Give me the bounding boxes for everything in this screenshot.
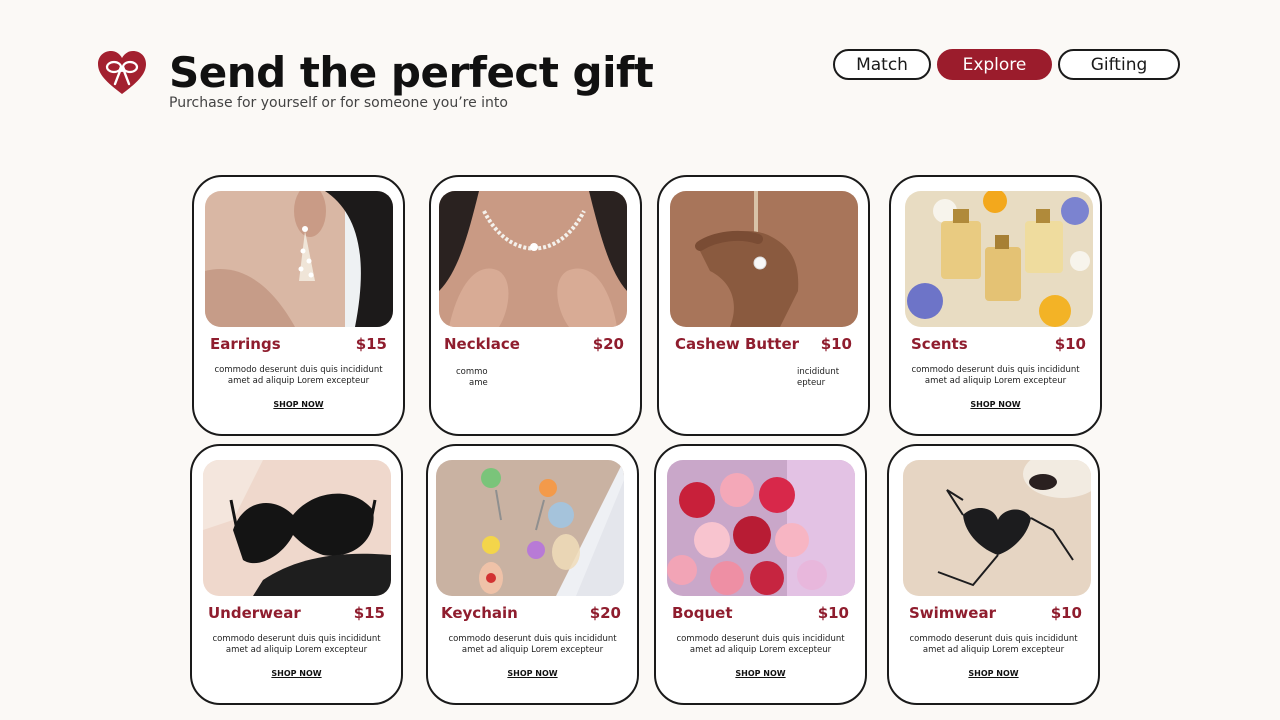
product-price: $10 <box>820 335 852 353</box>
description-line: commodo deserunt duis quis incididunt <box>448 634 617 644</box>
product-price: $15 <box>355 335 387 353</box>
product-name: Necklace <box>444 335 520 353</box>
description-fragment: epteur <box>797 378 826 388</box>
earring-photo <box>205 191 393 327</box>
product-card-cashew-butter[interactable]: Cashew Butter $10 incididunt epteur <box>657 175 870 436</box>
nav-tabs: Match Explore Gifting <box>833 49 1180 80</box>
product-card-underwear[interactable]: Underwear $15 commodo deserunt duis quis… <box>190 444 403 705</box>
description-fragment: incididunt <box>797 367 840 377</box>
product-name: Cashew Butter <box>675 335 800 353</box>
product-price: $15 <box>353 604 385 622</box>
shop-now-link[interactable]: SHOP NOW <box>891 400 1100 409</box>
product-price: $20 <box>589 604 621 622</box>
description-line: amet ad aliquip Lorem excepteur <box>922 645 1065 655</box>
product-price: $10 <box>817 604 849 622</box>
shop-now-link[interactable]: SHOP NOW <box>192 669 401 678</box>
heart-bow-icon <box>96 50 148 96</box>
product-description: commodo deserunt duis quis incididunt am… <box>903 634 1084 656</box>
shop-now-link[interactable]: SHOP NOW <box>889 669 1098 678</box>
necklace-photo <box>439 191 627 327</box>
product-description: commodo deserunt duis quis incididunt am… <box>208 365 389 387</box>
product-name: Scents <box>911 335 968 353</box>
description-line: commodo deserunt duis quis incididunt <box>676 634 845 644</box>
ring-hand-photo <box>670 191 858 327</box>
product-price: $10 <box>1050 604 1082 622</box>
shop-now-link[interactable]: SHOP NOW <box>194 400 403 409</box>
product-card-boquet[interactable]: Boquet $10 commodo deserunt duis quis in… <box>654 444 867 705</box>
description-line: amet ad aliquip Lorem excepteur <box>227 376 370 386</box>
product-description: commodo deserunt duis quis incididunt am… <box>905 365 1086 387</box>
description-line: amet ad aliquip Lorem excepteur <box>924 376 1067 386</box>
description-line: commodo deserunt duis quis incididunt <box>909 634 1078 644</box>
product-name: Earrings <box>210 335 281 353</box>
description-line: commodo deserunt duis quis incididunt <box>214 365 383 375</box>
description-line: amet ad aliquip Lorem excepteur <box>689 645 832 655</box>
product-description: commodo deserunt duis quis incididunt am… <box>670 634 851 656</box>
product-description: commodo deserunt duis quis incididunt am… <box>206 634 387 656</box>
swimwear-photo <box>903 460 1091 596</box>
description-line: amet ad aliquip Lorem excepteur <box>461 645 604 655</box>
product-price: $10 <box>1054 335 1086 353</box>
product-name: Boquet <box>672 604 733 622</box>
product-card-keychain[interactable]: Keychain $20 commodo deserunt duis quis … <box>426 444 639 705</box>
description-fragment: ame <box>469 378 488 388</box>
product-name: Underwear <box>208 604 301 622</box>
page-title: Send the perfect gift <box>169 48 654 97</box>
product-description: commodo deserunt duis quis incididunt am… <box>442 634 623 656</box>
shop-now-link[interactable]: SHOP NOW <box>656 669 865 678</box>
product-card-earrings[interactable]: Earrings $15 commodo deserunt duis quis … <box>192 175 405 436</box>
keychain-photo <box>436 460 624 596</box>
description-line: amet ad aliquip Lorem excepteur <box>225 645 368 655</box>
tab-gifting[interactable]: Gifting <box>1058 49 1180 80</box>
tab-match[interactable]: Match <box>833 49 931 80</box>
product-price: $20 <box>592 335 624 353</box>
description-fragment: commo <box>456 367 488 377</box>
tab-explore[interactable]: Explore <box>937 49 1052 80</box>
shop-now-link[interactable]: SHOP NOW <box>428 669 637 678</box>
description-line: commodo deserunt duis quis incididunt <box>911 365 1080 375</box>
perfume-photo <box>905 191 1093 327</box>
page-subtitle: Purchase for yourself or for someone you… <box>169 95 508 111</box>
description-line: commodo deserunt duis quis incididunt <box>212 634 381 644</box>
product-card-scents[interactable]: Scents $10 commodo deserunt duis quis in… <box>889 175 1102 436</box>
product-name: Swimwear <box>909 604 996 622</box>
bouquet-photo <box>667 460 855 596</box>
product-name: Keychain <box>441 604 518 622</box>
product-card-swimwear[interactable]: Swimwear $10 commodo deserunt duis quis … <box>887 444 1100 705</box>
bra-photo <box>203 460 391 596</box>
product-card-necklace[interactable]: Necklace $20 commo ame <box>429 175 642 436</box>
